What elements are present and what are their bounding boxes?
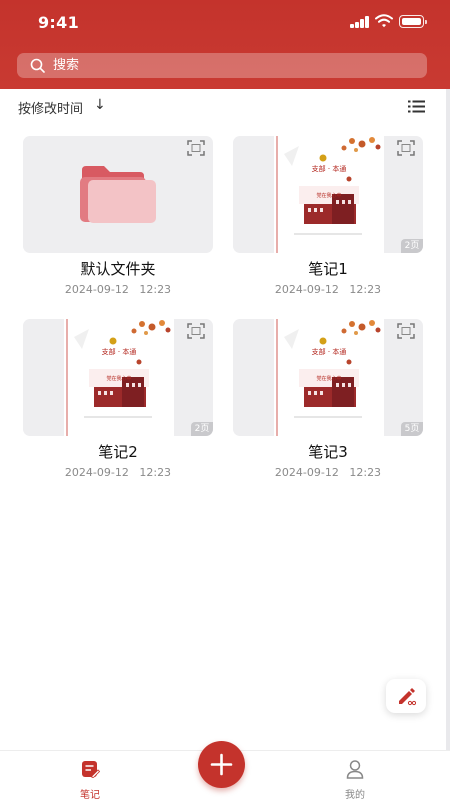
note-thumbnail[interactable]: 支部 · 本通 党在我心中 5页 xyxy=(233,319,423,436)
card-title: 笔记1 xyxy=(308,260,348,278)
cover-subheading: 党在我心中 xyxy=(316,376,342,382)
sort-by-modified-button[interactable]: 按修改时间 xyxy=(18,98,83,117)
card-timestamp: 2024-09-12 12:23 xyxy=(23,466,213,479)
scan-icon[interactable] xyxy=(397,323,415,339)
scan-icon[interactable] xyxy=(187,140,205,156)
sort-row: 按修改时间 ↓ xyxy=(0,94,450,120)
cover-subheading: 党在我心中 xyxy=(316,193,342,199)
page-count-badge: 2页 xyxy=(401,239,423,253)
note-cover-page: 支部 · 本通 党在我心中 xyxy=(274,319,384,436)
pen-icon xyxy=(399,688,416,706)
card-timestamp: 2024-09-12 12:23 xyxy=(23,283,213,296)
battery-icon xyxy=(399,15,427,28)
card-date: 2024-09-12 xyxy=(274,283,339,296)
card-time: 12:23 xyxy=(139,466,172,479)
header: 9:41 xyxy=(0,0,450,89)
card-timestamp: 2024-09-12 12:23 xyxy=(233,466,423,479)
card-date: 2024-09-12 xyxy=(64,466,129,479)
note-thumbnail[interactable]: 支部 · 本通 党在我心中 2页 xyxy=(233,136,423,253)
add-button[interactable] xyxy=(198,741,245,788)
cover-subheading: 党在我心中 xyxy=(106,376,132,382)
person-icon xyxy=(346,760,364,779)
screen: 9:41 按修改时间 ↓ xyxy=(0,0,450,800)
search-bar[interactable] xyxy=(17,53,427,78)
folder-thumbnail[interactable] xyxy=(23,136,213,253)
cover-heading: 支部 · 本通 xyxy=(311,165,347,173)
status-bar: 9:41 xyxy=(0,0,450,44)
folder-icon xyxy=(80,166,156,223)
note-icon xyxy=(82,761,101,778)
edit-button[interactable] xyxy=(386,679,426,713)
tab-mine-label: 我的 xyxy=(345,790,365,800)
card-time: 12:23 xyxy=(349,466,382,479)
cover-heading: 支部 · 本通 xyxy=(101,348,137,356)
scan-icon[interactable] xyxy=(397,140,415,156)
tab-mine[interactable]: 我的 xyxy=(325,759,385,800)
note-cover-page: 支部 · 本通 党在我心中 xyxy=(274,136,384,253)
card-time: 12:23 xyxy=(139,283,172,296)
status-time: 9:41 xyxy=(38,13,79,32)
cover-heading: 支部 · 本通 xyxy=(311,348,347,356)
note-thumbnail[interactable]: 支部 · 本通 党在我心中 2页 xyxy=(23,319,213,436)
scroll-edge xyxy=(446,0,450,800)
search-input[interactable] xyxy=(53,55,413,76)
card-date: 2024-09-12 xyxy=(274,466,339,479)
page-count-badge: 2页 xyxy=(191,422,213,436)
page-count-badge: 5页 xyxy=(401,422,423,436)
signal-icon xyxy=(350,16,370,28)
tab-notes-label: 笔记 xyxy=(80,790,100,800)
note-cover-page: 支部 · 本通 党在我心中 xyxy=(64,319,174,436)
card-title: 笔记2 xyxy=(98,443,138,461)
card-title: 笔记3 xyxy=(308,443,348,461)
search-icon xyxy=(30,58,45,73)
tab-notes[interactable]: 笔记 xyxy=(60,759,120,800)
card-date: 2024-09-12 xyxy=(64,283,129,296)
card-timestamp: 2024-09-12 12:23 xyxy=(233,283,423,296)
card-title: 默认文件夹 xyxy=(80,260,156,278)
plus-icon xyxy=(210,753,233,776)
scan-icon[interactable] xyxy=(187,323,205,339)
card-time: 12:23 xyxy=(349,283,382,296)
wifi-icon xyxy=(375,14,393,28)
sort-arrow-icon[interactable]: ↓ xyxy=(94,97,106,113)
list-view-icon[interactable] xyxy=(408,100,425,113)
